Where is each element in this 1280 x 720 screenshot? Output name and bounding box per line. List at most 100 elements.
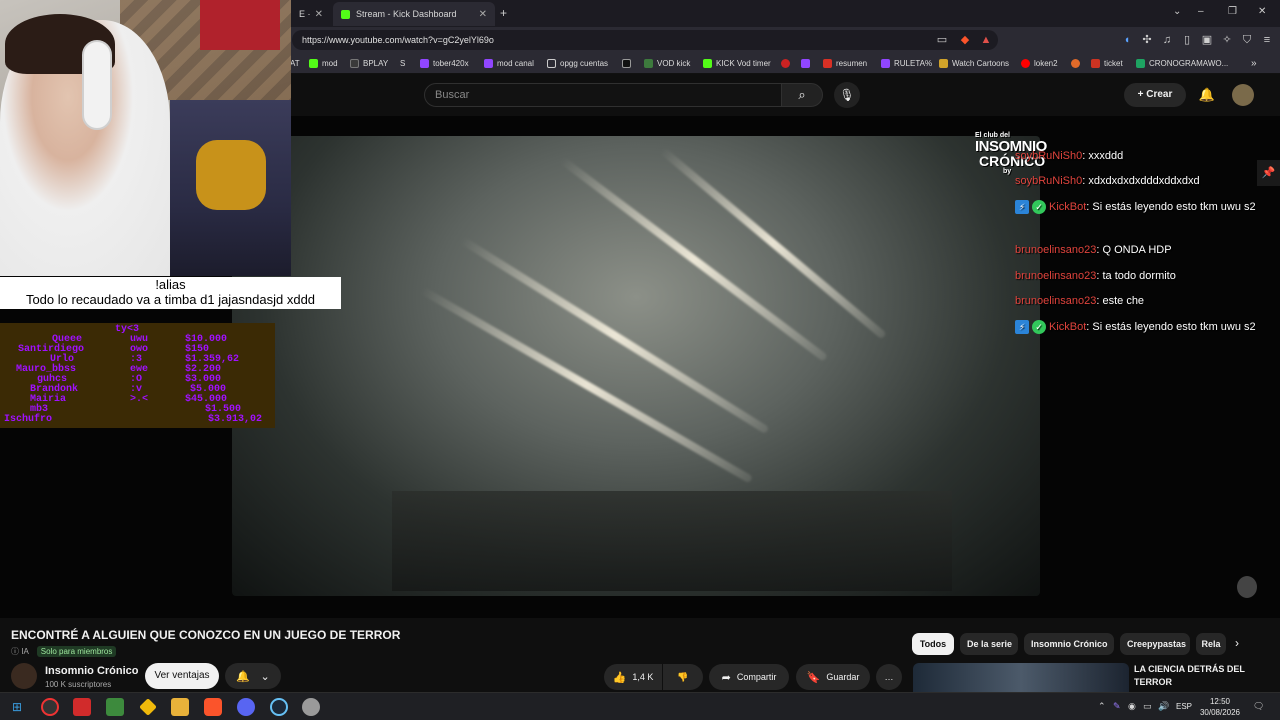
- tab-list-icon[interactable]: ⌄: [1173, 6, 1181, 17]
- more-bookmarks-icon[interactable]: »: [1251, 57, 1257, 70]
- bookmark-item[interactable]: KICK Vod timer: [703, 57, 771, 70]
- steam-icon[interactable]: [270, 698, 288, 716]
- binance-icon[interactable]: [139, 698, 157, 716]
- restore-button[interactable]: ❐: [1228, 6, 1237, 17]
- app-icon[interactable]: [41, 698, 59, 716]
- dislike-button[interactable]: 👎: [663, 664, 703, 690]
- tab-label: Stream - Kick Dashboard: [356, 9, 457, 19]
- brave-rewards-icon[interactable]: ▲: [979, 33, 993, 47]
- brave-shields-icon[interactable]: ◆: [958, 33, 972, 47]
- bookmark-item[interactable]: CRONOGRAMAWO...: [1136, 57, 1228, 70]
- windows-start-icon[interactable]: ⊞: [8, 698, 26, 716]
- vpn-icon[interactable]: ⛉: [1240, 33, 1254, 47]
- audio-icon[interactable]: ◖: [1120, 33, 1134, 47]
- search-icon[interactable]: ⌕: [781, 83, 823, 107]
- bookmark-item[interactable]: BPLAY: [350, 57, 388, 70]
- bookmark-item[interactable]: loken2: [1021, 57, 1058, 70]
- like-button[interactable]: 👍 1,4 K: [604, 664, 662, 690]
- verified-badge-icon: ✓: [1032, 200, 1046, 215]
- discord-icon[interactable]: [237, 698, 255, 716]
- close-tab-icon[interactable]: ✕: [315, 9, 323, 20]
- channel-name[interactable]: Insomnio Crónico: [45, 665, 139, 677]
- chevron-up-icon[interactable]: ⌃: [1098, 701, 1106, 712]
- recommendation-title[interactable]: LA CIENCIA DETRÁS DEL TERROR: [1134, 663, 1264, 689]
- bookmark-item[interactable]: [781, 57, 794, 70]
- tab-label: E ·: [299, 9, 311, 19]
- clock[interactable]: 12:50 30/08/2026: [1198, 696, 1242, 718]
- chevron-right-icon[interactable]: ›: [1235, 636, 1239, 650]
- bookmark-item[interactable]: RULETA%: [881, 57, 932, 70]
- chip-creepypastas[interactable]: Creepypastas: [1120, 633, 1190, 655]
- language-indicator[interactable]: ESP: [1176, 702, 1192, 711]
- music-icon[interactable]: ♫: [1160, 33, 1174, 47]
- file-explorer-icon[interactable]: [171, 698, 189, 716]
- bookmark-item[interactable]: tober420x: [420, 57, 469, 70]
- video-meta: ⓘ IA Solo para miembros: [11, 645, 117, 657]
- chat-message: soybRuNiSh0: xxxddd: [1015, 148, 1273, 165]
- account-avatar[interactable]: [1232, 84, 1254, 106]
- bookmark-item[interactable]: mod canal: [484, 57, 534, 70]
- share-button[interactable]: ➦ Compartir: [709, 664, 789, 690]
- thumbs-up-icon: 👍: [612, 671, 627, 684]
- background-shirt: [200, 0, 280, 50]
- create-button[interactable]: + Crear: [1124, 83, 1186, 107]
- minimize-button[interactable]: –: [1198, 6, 1204, 17]
- brave-icon[interactable]: [204, 698, 222, 716]
- chip-todos[interactable]: Todos: [912, 633, 954, 655]
- chip-related[interactable]: Rela: [1196, 633, 1226, 655]
- app-icon[interactable]: [302, 698, 320, 716]
- ver-ventajas-button[interactable]: Ver ventajas: [145, 663, 219, 689]
- orange-icon: [1071, 59, 1080, 68]
- bookmark-item[interactable]: S: [400, 57, 405, 70]
- tray-app-icon[interactable]: ✎: [1113, 701, 1121, 712]
- sidebar-icon[interactable]: ▯: [1180, 33, 1194, 47]
- tray-app-icon[interactable]: ◉: [1128, 701, 1136, 712]
- bookmark-item[interactable]: [622, 57, 635, 70]
- bookmark-item[interactable]: mod: [309, 57, 338, 70]
- bot-badge-icon: ⚡: [1015, 200, 1029, 215]
- chat-username: KickBot: [1049, 201, 1087, 213]
- recommendation-thumbnail[interactable]: [913, 663, 1129, 692]
- bookmark-item[interactable]: [1071, 57, 1084, 70]
- menu-icon[interactable]: ≡: [1260, 33, 1274, 47]
- bookmark-item[interactable]: opgg cuentas: [547, 57, 608, 70]
- bookmark-item[interactable]: [801, 57, 814, 70]
- url-input[interactable]: https://www.youtube.com/watch?v=gC2yelYl…: [292, 30, 998, 50]
- new-tab-button[interactable]: +: [500, 6, 507, 20]
- more-actions-button[interactable]: …: [876, 664, 902, 690]
- bookmark-item[interactable]: VOD kick: [644, 57, 690, 70]
- chip-insomnio-cronico[interactable]: Insomnio Crónico: [1024, 633, 1114, 655]
- twitch-icon: [881, 59, 890, 68]
- extensions-icon[interactable]: ✣: [1140, 33, 1154, 47]
- bookmark-item[interactable]: Watch Cartoons: [939, 57, 1009, 70]
- leo-ai-icon[interactable]: ✧: [1220, 33, 1234, 47]
- wallet-icon[interactable]: ▣: [1200, 33, 1214, 47]
- notifications-bell-icon[interactable]: 🔔: [1196, 84, 1218, 106]
- bookmark-item[interactable]: ticket: [1091, 57, 1123, 70]
- app-icon[interactable]: [73, 698, 91, 716]
- microphone-icon[interactable]: 🎙: [834, 82, 860, 108]
- bookmark-item[interactable]: resumen: [823, 57, 867, 70]
- channel-avatar[interactable]: [11, 663, 37, 689]
- bookmark-icon: 🔖: [806, 671, 821, 684]
- notifications-button[interactable]: 🔔 ⌄: [225, 663, 281, 689]
- close-window-button[interactable]: ✕: [1258, 6, 1266, 17]
- notification-center-icon[interactable]: 🗨: [1253, 701, 1264, 712]
- chat-text: : xdxdxdxdxdddxddxdxd: [1082, 175, 1200, 187]
- close-tab-icon[interactable]: ✕: [479, 9, 487, 20]
- chat-text: : este che: [1096, 295, 1145, 307]
- browser-tab-kick-dashboard[interactable]: Stream - Kick Dashboard ✕: [333, 2, 495, 26]
- chat-username: brunoelinsano23: [1015, 295, 1097, 307]
- network-icon[interactable]: ▭: [1143, 701, 1152, 712]
- app-icon[interactable]: [106, 698, 124, 716]
- search-input[interactable]: Buscar: [424, 83, 782, 107]
- volume-icon[interactable]: 🔊: [1158, 701, 1169, 712]
- browser-tab-youtube[interactable]: E · ✕: [291, 2, 331, 26]
- save-button[interactable]: 🔖 Guardar: [796, 664, 870, 690]
- windows-taskbar: ⊞ ⌃ ✎ ◉ ▭ 🔊 ESP 12:50 30/08/2026 🗨: [0, 692, 1280, 720]
- chip-de-la-serie[interactable]: De la serie: [960, 633, 1018, 655]
- bookmark-item[interactable]: AT: [290, 57, 300, 70]
- pin-icon[interactable]: 📌: [1257, 160, 1280, 186]
- cast-icon[interactable]: ▭: [935, 33, 949, 47]
- headphones: [82, 40, 112, 130]
